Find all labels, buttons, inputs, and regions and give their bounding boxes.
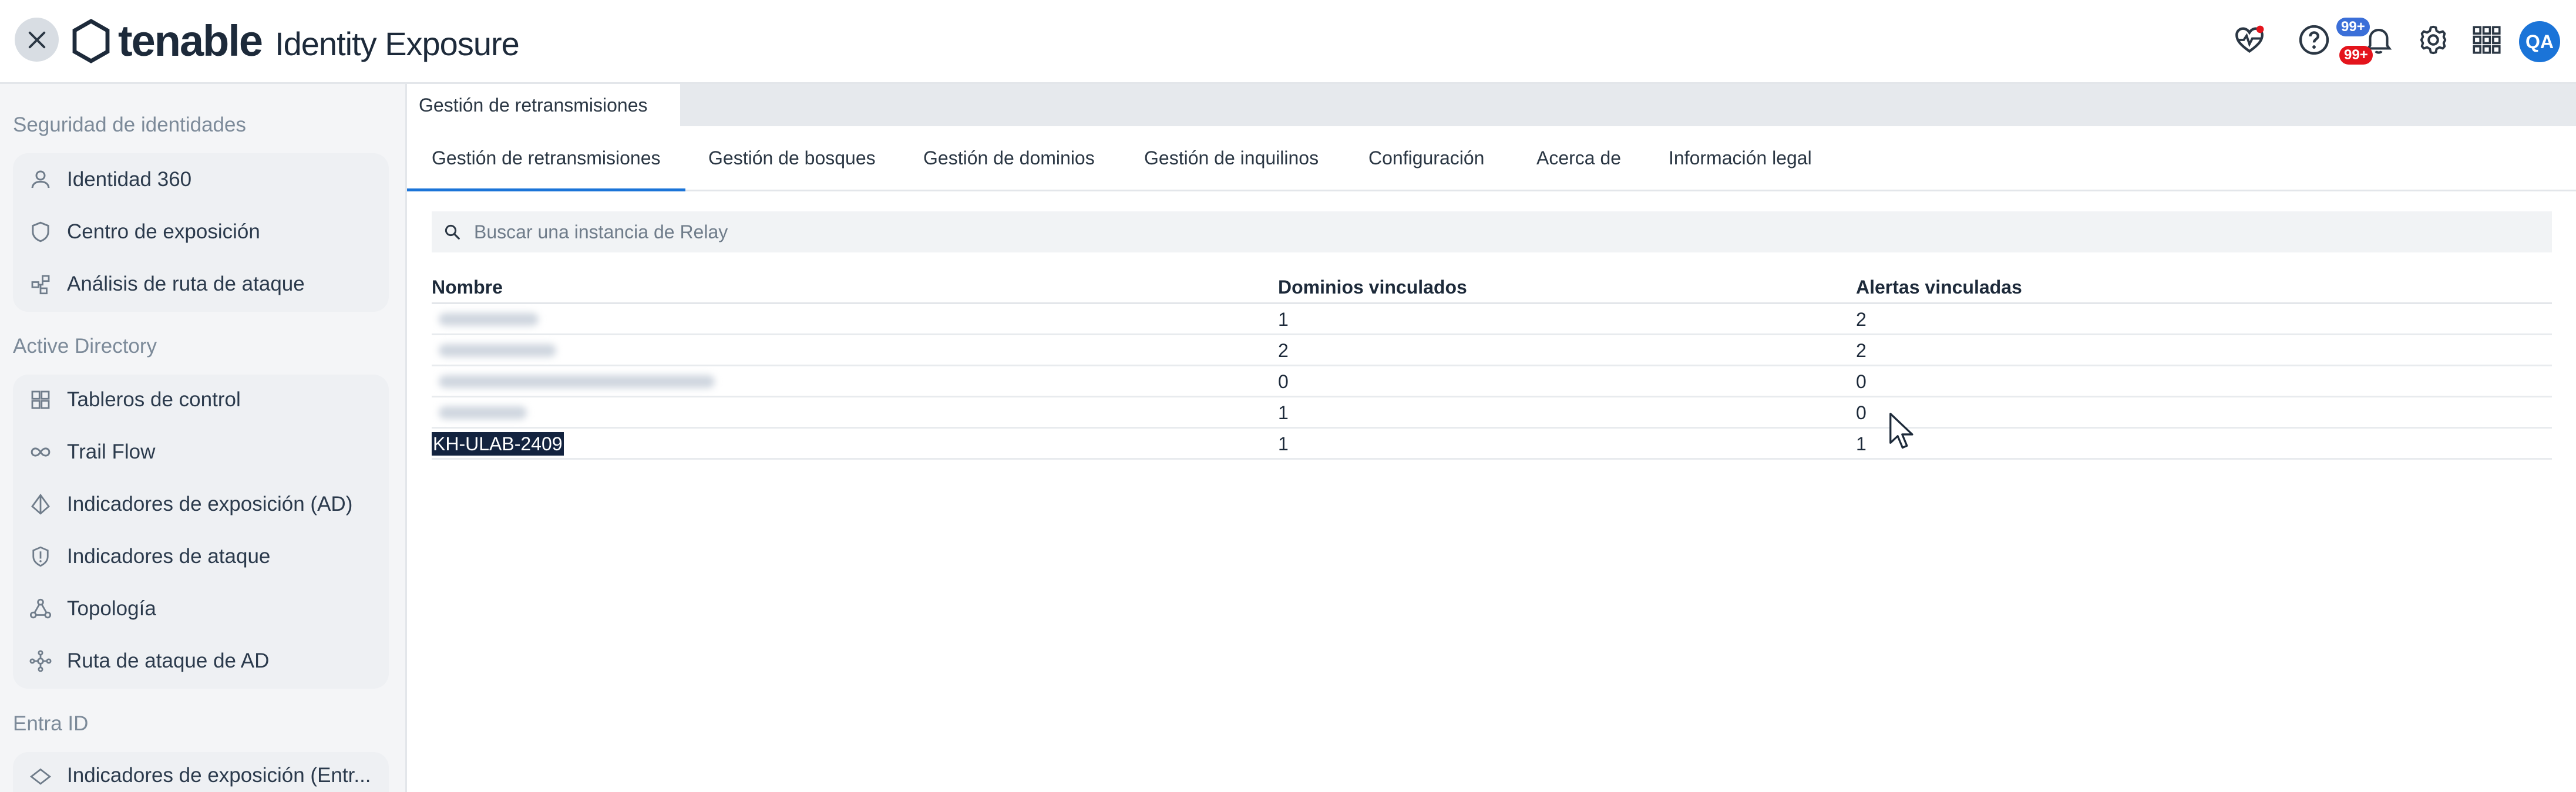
linked-domains-cell: 1	[1278, 402, 1289, 423]
person-icon	[26, 165, 55, 194]
product-name: Identity Exposure	[275, 25, 520, 62]
apps-button[interactable]	[2469, 22, 2504, 58]
mouse-cursor-icon	[1889, 413, 1913, 449]
sidebar-section-entra-id: Entra ID	[13, 712, 89, 735]
sidebar-item-dashboards[interactable]: Tableros de control	[26, 382, 241, 417]
user-avatar[interactable]: QA	[2519, 21, 2560, 62]
notification-count-badge: 99+	[2336, 18, 2370, 36]
linked-alerts-cell: 2	[1856, 309, 1867, 330]
top-header: tenable Identity Exposure 99+ 99+ QA	[0, 0, 2576, 84]
exposure-icon	[26, 490, 55, 519]
sidebar-item-ad-attack-path[interactable]: Ruta de ataque de AD	[26, 643, 269, 679]
sidebar-group-active-directory: Tableros de control Trail Flow Indicador…	[13, 375, 389, 689]
page-tab-strip: Gestión de retransmisiones	[407, 84, 2576, 126]
sidebar-group-entra-id: Indicadores de exposición (Entr...	[13, 752, 389, 792]
linked-domains-cell: 2	[1278, 340, 1289, 361]
help-button[interactable]	[2296, 22, 2332, 58]
relay-name-redacted	[439, 340, 556, 362]
column-header-linked-alerts[interactable]: Alertas vinculadas	[1856, 277, 2022, 298]
column-header-linked-domains[interactable]: Dominios vinculados	[1278, 277, 1467, 298]
relay-name-cell: KH-ULAB-2409	[432, 432, 564, 456]
sidebar-item-label: Ruta de ataque de AD	[67, 649, 270, 672]
linked-alerts-cell: 0	[1856, 402, 1867, 423]
table-header-row: Nombre Dominios vinculados Alertas vincu…	[432, 272, 2552, 304]
sidebar-item-label: Trail Flow	[67, 440, 156, 463]
table-row[interactable]: 1 2	[432, 304, 2552, 335]
sidebar-item-label: Topología	[67, 597, 156, 620]
sidebar-item-exposure-indicators-entra[interactable]: Indicadores de exposición (Entr...	[26, 758, 371, 792]
attack-shield-icon	[26, 542, 55, 571]
relay-search-bar	[432, 211, 2552, 252]
sidebar-section-identity-security: Seguridad de identidades	[13, 113, 246, 136]
tab-legal-information[interactable]: Información legal	[1669, 126, 1812, 190]
relay-name-redacted	[439, 371, 715, 393]
sidebar-item-label: Tableros de control	[67, 388, 241, 411]
table-row[interactable]: 0 0	[432, 366, 2552, 397]
main-content: Gestión de retransmisiones Gestión de re…	[407, 84, 2576, 792]
search-icon	[432, 223, 473, 241]
path-icon	[26, 646, 55, 676]
sidebar-item-exposure-indicators-ad[interactable]: Indicadores de exposición (AD)	[26, 487, 352, 522]
linked-alerts-cell: 2	[1856, 340, 1867, 361]
sidebar-item-trail-flow[interactable]: Trail Flow	[26, 434, 155, 470]
section-tabs: Gestión de retransmisiones Gestión de bo…	[407, 126, 2576, 191]
tab-relay-management[interactable]: Gestión de retransmisiones	[407, 126, 685, 191]
tab-about[interactable]: Acerca de	[1536, 126, 1621, 190]
table-row[interactable]: 1 0	[432, 397, 2552, 429]
selected-relay-name: KH-ULAB-2409	[432, 432, 564, 456]
tab-configuration[interactable]: Configuración	[1368, 126, 1484, 190]
sidebar-item-label: Indicadores de exposición (Entr...	[67, 764, 371, 787]
tab-tenant-management[interactable]: Gestión de inquilinos	[1144, 126, 1319, 190]
exposure-icon	[26, 761, 55, 790]
shield-icon	[26, 217, 55, 247]
settings-button[interactable]	[2416, 22, 2451, 58]
attack-path-icon	[26, 269, 55, 299]
close-icon	[28, 31, 45, 48]
relay-search-input[interactable]	[473, 220, 2552, 244]
sidebar-item-label: Identidad 360	[67, 168, 192, 191]
linked-domains-cell: 0	[1278, 371, 1289, 392]
product-logo: tenable Identity Exposure	[68, 13, 520, 69]
sidebar-item-attack-indicators[interactable]: Indicadores de ataque	[26, 539, 270, 574]
health-button[interactable]	[2232, 22, 2267, 58]
linked-alerts-cell: 0	[1856, 371, 1867, 392]
topology-icon	[26, 594, 55, 624]
health-icon	[2235, 25, 2264, 53]
dashboard-icon	[26, 385, 55, 414]
linked-domains-cell: 1	[1278, 309, 1289, 330]
alert-count-badge: 99+	[2339, 46, 2373, 65]
sidebar-item-label: Indicadores de exposición (AD)	[67, 493, 353, 515]
sidebar-item-attack-path-analysis[interactable]: Análisis de ruta de ataque	[26, 267, 305, 302]
sidebar-item-label: Centro de exposición	[67, 220, 260, 243]
table-row[interactable]: KH-ULAB-2409 1 1	[432, 429, 2552, 460]
tenable-logo-mark-icon	[72, 18, 110, 63]
sidebar: Seguridad de identidades Identidad 360 C…	[0, 84, 407, 792]
help-icon	[2299, 25, 2329, 55]
page-tab-relay-management[interactable]: Gestión de retransmisiones	[407, 84, 680, 126]
sidebar-item-exposure-center[interactable]: Centro de exposición	[26, 214, 260, 250]
tab-forest-management[interactable]: Gestión de bosques	[708, 126, 876, 190]
relay-name-redacted	[439, 402, 527, 424]
sidebar-section-active-directory: Active Directory	[13, 335, 157, 358]
sidebar-item-label: Indicadores de ataque	[67, 545, 271, 568]
linked-alerts-cell: 1	[1856, 433, 1867, 454]
table-row[interactable]: 2 2	[432, 335, 2552, 366]
gear-icon	[2420, 25, 2447, 55]
relay-name-redacted	[439, 309, 539, 331]
sidebar-group-identity-security: Identidad 360 Centro de exposición Análi…	[13, 153, 389, 312]
column-header-name[interactable]: Nombre	[432, 277, 503, 298]
tab-domain-management[interactable]: Gestión de dominios	[923, 126, 1095, 190]
sidebar-item-topology[interactable]: Topología	[26, 591, 156, 626]
linked-domains-cell: 1	[1278, 433, 1289, 454]
sidebar-item-label: Análisis de ruta de ataque	[67, 272, 305, 295]
close-button[interactable]	[15, 18, 59, 62]
apps-grid-icon	[2473, 26, 2501, 54]
brand-name: tenable	[118, 16, 263, 65]
sidebar-item-identity-360[interactable]: Identidad 360	[26, 162, 191, 197]
infinity-icon	[26, 437, 55, 467]
relay-table: Nombre Dominios vinculados Alertas vincu…	[432, 272, 2552, 460]
